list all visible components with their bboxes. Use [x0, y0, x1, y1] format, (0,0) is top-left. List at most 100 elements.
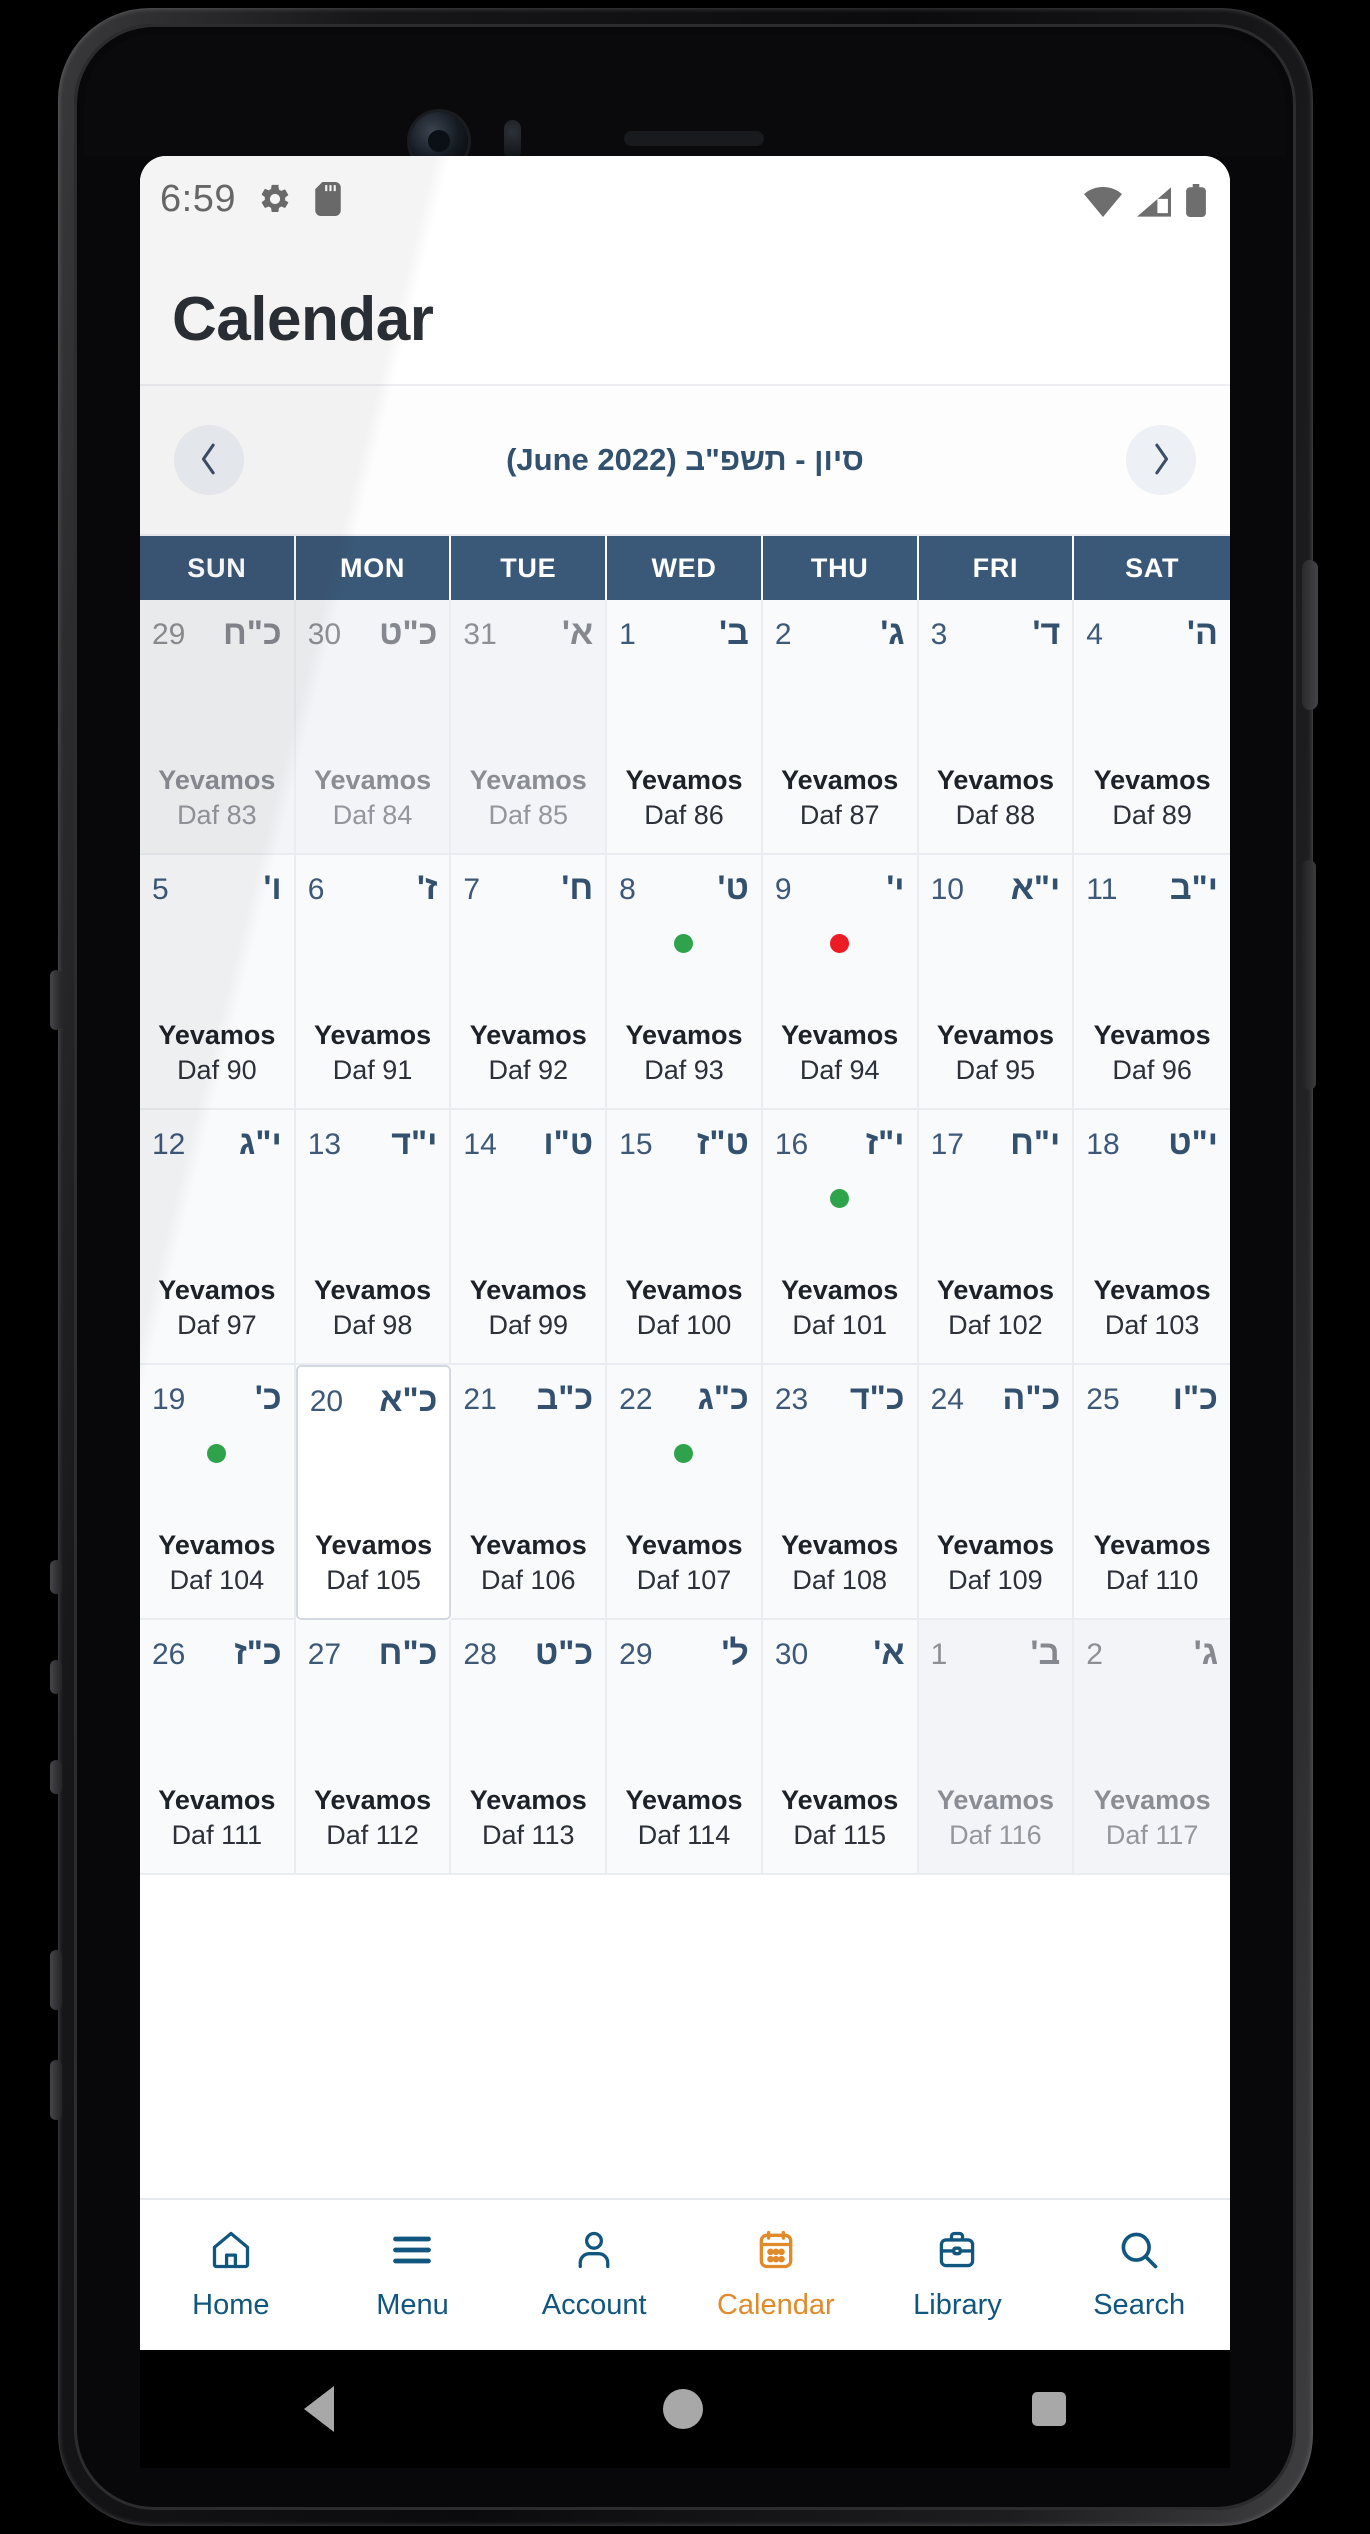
day-event-dot-area	[775, 1425, 905, 1481]
volume-button[interactable]	[1302, 860, 1316, 1090]
day-date-row: 21 כ"ב	[463, 1379, 593, 1425]
day-event-dot-area	[775, 915, 905, 971]
calendar-day-cell[interactable]: 15 ט"ז Yevamos Daf 100	[607, 1110, 763, 1365]
tab-library[interactable]: Library	[867, 2228, 1049, 2322]
calendar-day-cell[interactable]: 29 כ"ח Yevamos Daf 83	[140, 600, 296, 855]
left-frame-notch	[50, 1950, 62, 2010]
calendar-day-cell[interactable]: 2 ג' Yevamos Daf 87	[762, 600, 919, 855]
gregorian-day-number: 14	[463, 1128, 497, 1161]
calendar-day-cell[interactable]: 4 ה' Yevamos Daf 89	[1074, 600, 1230, 855]
day-date-row: 2 ג'	[775, 614, 905, 660]
calendar-day-cell[interactable]: 21 כ"ב Yevamos Daf 106	[451, 1365, 608, 1620]
gregorian-day-number: 13	[307, 1128, 342, 1161]
day-date-row: 26 כ"ז	[152, 1634, 282, 1680]
daf-info: Yevamos Daf 85	[463, 763, 593, 839]
daf-page-number: Daf 97	[177, 1309, 257, 1340]
daf-tractate-name: Yevamos	[781, 1784, 899, 1815]
calendar-day-cell[interactable]: 27 כ"ח Yevamos Daf 112	[295, 1620, 452, 1875]
calendar-day-cell[interactable]: 29 ל' Yevamos Daf 114	[607, 1620, 763, 1875]
tab-menu[interactable]: Menu	[322, 2228, 504, 2322]
calendar-day-cell[interactable]: 28 כ"ט Yevamos Daf 113	[451, 1620, 608, 1875]
calendar-day-cell[interactable]: 3 ד' Yevamos Daf 88	[918, 600, 1075, 855]
tab-calendar[interactable]: Calendar	[685, 2228, 867, 2322]
daf-page-number: Daf 117	[1105, 1819, 1199, 1850]
day-event-dot-area	[931, 915, 1061, 971]
home-circle-icon[interactable]	[662, 2389, 703, 2429]
calendar-day-cell[interactable]: 14 ט"ו Yevamos Daf 99	[451, 1110, 608, 1365]
tab-search[interactable]: Search	[1048, 2228, 1230, 2322]
calendar-day-cell[interactable]: 10 י"א Yevamos Daf 95	[918, 855, 1075, 1110]
weekday-header-mon: MON	[296, 536, 452, 600]
calendar-day-cell[interactable]: 8 ט' Yevamos Daf 93	[607, 855, 763, 1110]
power-button[interactable]	[1302, 560, 1318, 710]
left-frame-notch	[50, 970, 62, 1030]
day-date-row: 30 כ"ט	[308, 614, 438, 660]
daf-info: Yevamos Daf 104	[152, 1528, 282, 1604]
back-triangle-icon[interactable]	[304, 2386, 335, 2432]
hebrew-day-number: כ"ד	[849, 1379, 905, 1417]
daf-page-number: Daf 107	[636, 1564, 732, 1595]
daf-tractate-name: Yevamos	[625, 1784, 743, 1815]
day-date-row: 1 ב'	[931, 1634, 1061, 1680]
calendar-day-cell[interactable]: 1 ב' Yevamos Daf 116	[918, 1620, 1075, 1875]
gregorian-day-number: 1	[930, 1638, 948, 1671]
previous-month-button[interactable]	[174, 425, 244, 495]
calendar-day-cell[interactable]: 9 י' Yevamos Daf 94	[762, 855, 919, 1110]
daf-info: Yevamos Daf 115	[775, 1783, 905, 1859]
daf-page-number: Daf 83	[177, 799, 257, 830]
calendar-day-cell[interactable]: 2 ג' Yevamos Daf 117	[1074, 1620, 1230, 1875]
calendar-bottom-filler	[140, 1875, 1230, 1963]
recent-square-icon[interactable]	[1031, 2392, 1066, 2426]
hebrew-day-number: ד'	[1032, 614, 1061, 652]
calendar-day-cell[interactable]: 23 כ"ד Yevamos Daf 108	[762, 1365, 919, 1620]
calendar-day-cell[interactable]: 17 י"ח Yevamos Daf 102	[918, 1110, 1075, 1365]
daf-info: Yevamos Daf 116	[931, 1783, 1061, 1859]
calendar-day-cell[interactable]: 16 י"ז Yevamos Daf 101	[762, 1110, 919, 1365]
briefcase-icon	[935, 2228, 979, 2277]
daf-info: Yevamos Daf 117	[1086, 1783, 1218, 1859]
daf-tractate-name: Yevamos	[314, 1019, 432, 1050]
day-date-row: 1 ב'	[619, 614, 749, 660]
calendar-day-cell[interactable]: 12 י"ג Yevamos Daf 97	[140, 1110, 296, 1365]
daf-info: Yevamos Daf 103	[1086, 1273, 1218, 1349]
day-event-dot-area	[308, 1680, 438, 1736]
calendar-day-cell[interactable]: 18 י"ט Yevamos Daf 103	[1074, 1110, 1230, 1365]
calendar-day-cell[interactable]: 5 ו' Yevamos Daf 90	[140, 855, 296, 1110]
calendar-day-cell[interactable]: 1 ב' Yevamos Daf 86	[607, 600, 763, 855]
calendar-day-cell[interactable]: 25 כ"ו Yevamos Daf 110	[1074, 1365, 1230, 1620]
daf-info: Yevamos Daf 88	[931, 763, 1061, 839]
gregorian-day-number: 16	[774, 1128, 809, 1161]
day-date-row: 7 ח'	[463, 869, 593, 915]
sd-card-icon	[315, 182, 341, 216]
day-date-row: 24 כ"ה	[931, 1379, 1061, 1425]
calendar-day-cell[interactable]: 24 כ"ה Yevamos Daf 109	[918, 1365, 1075, 1620]
calendar-day-cell[interactable]: 7 ח' Yevamos Daf 92	[451, 855, 608, 1110]
calendar-day-cell[interactable]: 31 א' Yevamos Daf 85	[451, 600, 608, 855]
day-event-dot-area	[152, 1170, 282, 1226]
daf-tractate-name: Yevamos	[936, 764, 1054, 795]
tab-home[interactable]: Home	[140, 2228, 322, 2322]
calendar-day-cell[interactable]: 20 כ"א Yevamos Daf 105	[295, 1365, 452, 1620]
hebrew-day-number: כ'	[254, 1379, 282, 1417]
next-month-button[interactable]	[1126, 425, 1196, 495]
daf-page-number: Daf 111	[171, 1819, 263, 1850]
calendar-day-cell[interactable]: 6 ז' Yevamos Daf 91	[295, 855, 452, 1110]
calendar-day-cell[interactable]: 30 א' Yevamos Daf 115	[762, 1620, 919, 1875]
calendar-day-cell[interactable]: 22 כ"ג Yevamos Daf 107	[607, 1365, 763, 1620]
calendar-day-cell[interactable]: 30 כ"ט Yevamos Daf 84	[295, 600, 452, 855]
hebrew-day-number: כ"ו	[1172, 1379, 1218, 1417]
daf-info: Yevamos Daf 93	[619, 1018, 749, 1094]
daf-page-number: Daf 102	[948, 1309, 1043, 1340]
daf-page-number: Daf 95	[955, 1054, 1036, 1085]
tab-label: Library	[913, 2289, 1002, 2321]
gear-icon	[258, 182, 292, 216]
daf-info: Yevamos Daf 94	[775, 1018, 905, 1094]
hebrew-day-number: ב'	[718, 614, 749, 652]
daf-page-number: Daf 98	[332, 1309, 413, 1340]
calendar-day-cell[interactable]: 26 כ"ז Yevamos Daf 111	[140, 1620, 296, 1875]
calendar-day-cell[interactable]: 11 י"ב Yevamos Daf 96	[1074, 855, 1230, 1110]
calendar-day-cell[interactable]: 19 כ' Yevamos Daf 104	[140, 1365, 296, 1620]
tab-account[interactable]: Account	[503, 2228, 685, 2322]
daf-page-number: Daf 86	[644, 799, 724, 830]
calendar-day-cell[interactable]: 13 י"ד Yevamos Daf 98	[295, 1110, 452, 1365]
